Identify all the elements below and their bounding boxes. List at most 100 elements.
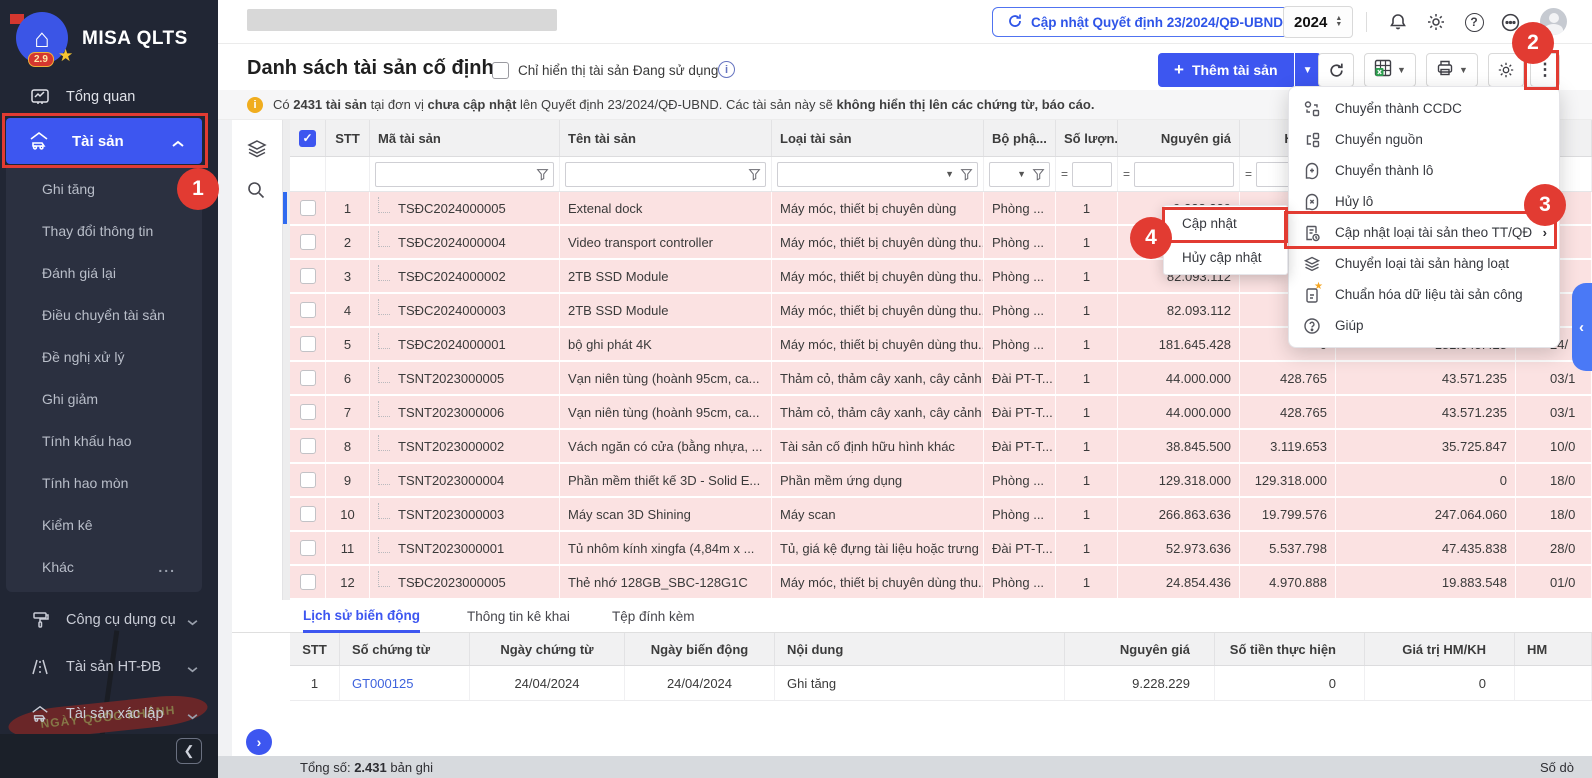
cell-stt: 3 <box>326 260 370 292</box>
sidebar-subitem[interactable]: Đề nghị xử lý <box>6 336 202 378</box>
add-asset-dropdown[interactable]: ▼ <box>1295 53 1321 87</box>
tab-tep-dinh-kem[interactable]: Tệp đính kèm <box>612 600 695 633</box>
table-row[interactable]: 11 TSNT2023000001 Tủ nhôm kính xingfa (4… <box>290 532 1592 564</box>
topbar-divider <box>1366 12 1367 32</box>
column-header[interactable]: Loại tài sản <box>772 120 984 156</box>
column-header[interactable]: Số lượn... <box>1056 120 1118 156</box>
column-header[interactable]: STT <box>326 120 370 156</box>
row-checkbox[interactable] <box>300 302 316 318</box>
funnel-icon[interactable] <box>748 168 761 181</box>
sidebar-item-tai-san-xac-lap[interactable]: Tài sản xác lập <box>0 694 218 734</box>
expand-panel-button[interactable]: › <box>246 729 272 755</box>
row-checkbox[interactable] <box>300 472 316 488</box>
side-panel-handle[interactable]: ‹ <box>1572 283 1592 371</box>
spinner-arrows-icon[interactable]: ▲▼ <box>1335 16 1342 28</box>
row-checkbox[interactable] <box>300 574 316 590</box>
funnel-icon[interactable] <box>960 168 973 181</box>
history-row[interactable]: 1 GT000125 24/04/2024 24/04/2024 Ghi tăn… <box>290 666 1592 701</box>
sidebar-item-tai-san[interactable]: Tài sản <box>6 118 202 164</box>
sidebar-collapse-button[interactable]: ❮ <box>176 738 202 764</box>
row-checkbox[interactable] <box>300 370 316 386</box>
sidebar-item-label: Tổng quan <box>66 89 135 105</box>
sidebar-subitem[interactable]: Ghi giảm <box>6 378 202 420</box>
row-checkbox[interactable] <box>300 540 316 556</box>
row-checkbox[interactable] <box>300 336 316 352</box>
menu-item-huy-lo[interactable]: Hủy lô <box>1289 186 1559 217</box>
column-header[interactable]: Mã tài sản <box>370 120 560 156</box>
row-checkbox[interactable] <box>300 506 316 522</box>
search-icon[interactable] <box>246 180 266 205</box>
table-row[interactable]: 12 TSĐC2023000005 Thẻ nhớ 128GB_SBC-128G… <box>290 566 1592 598</box>
column-header[interactable]: Nguyên giá <box>1118 120 1240 156</box>
table-row[interactable]: 7 TSNT2023000006 Vạn niên tùng (hoành 95… <box>290 396 1592 428</box>
sidebar-subitem[interactable]: Tính khấu hao <box>6 420 202 462</box>
column-header: Số chứng từ <box>340 633 470 665</box>
select-all-checkbox[interactable]: ✓ <box>299 130 316 147</box>
cell-dept: Đài PT-T... <box>984 532 1056 564</box>
submenu-item-cap-nhat[interactable]: Cập nhật <box>1164 206 1287 240</box>
sidebar-subitem[interactable]: Khác... <box>6 546 202 588</box>
menu-item-chuyen-thanh-lo[interactable]: Chuyển thành lô <box>1289 155 1559 186</box>
menu-item-chuyen-nguon[interactable]: Chuyển nguồn <box>1289 124 1559 155</box>
cell-cost: 129.318.000 <box>1118 464 1240 496</box>
row-checkbox[interactable] <box>300 234 316 250</box>
sidebar-subitem[interactable]: Thay đổi thông tin <box>6 210 202 252</box>
app-window: ⌂ 2.9 ★ MISA QLTS Tổng quan Tài sản <box>0 0 1592 778</box>
help-icon[interactable]: ? <box>1462 10 1486 34</box>
filter-input-cost[interactable] <box>1134 162 1234 187</box>
more-dots-icon[interactable]: ... <box>158 559 176 575</box>
menu-item-chuan-hoa-du-lieu[interactable]: ★ Chuẩn hóa dữ liệu tài sản công <box>1289 279 1559 310</box>
table-row[interactable]: 10 TSNT2023000003 Máy scan 3D Shining Má… <box>290 498 1592 530</box>
table-row[interactable]: 9 TSNT2023000004 Phần mềm thiết kế 3D - … <box>290 464 1592 496</box>
cell-cost: 181.645.428 <box>1118 328 1240 360</box>
cell-hm: 4.970.888 <box>1240 566 1336 598</box>
only-in-use-checkbox[interactable] <box>492 62 509 79</box>
tab-thong-tin-ke-khai[interactable]: Thông tin kê khai <box>467 600 570 633</box>
menu-item-chuyen-loai-hang-loat[interactable]: Chuyển loại tài sản hàng loạt <box>1289 248 1559 279</box>
row-checkbox[interactable] <box>300 404 316 420</box>
print-button[interactable]: ▼ <box>1426 53 1478 87</box>
sidebar-item-tai-san-ht-db[interactable]: Tài sản HT-ĐB <box>0 647 218 687</box>
submenu-item-huy-cap-nhat[interactable]: Hủy cập nhật <box>1164 240 1287 274</box>
table-row[interactable]: 6 TSNT2023000005 Vạn niên tùng (hoành 95… <box>290 362 1592 394</box>
sidebar-subitem[interactable]: Tính hao mòn <box>6 462 202 504</box>
menu-item-giup[interactable]: Giúp <box>1289 310 1559 341</box>
column-header[interactable]: Tên tài sản <box>560 120 772 156</box>
add-asset-button[interactable]: +Thêm tài sản ▼ <box>1158 53 1321 87</box>
export-excel-button[interactable]: ▼ <box>1364 53 1416 87</box>
row-checkbox[interactable] <box>300 438 316 454</box>
menu-item-chuyen-thanh-ccdc[interactable]: Chuyển thành CCDC <box>1289 93 1559 124</box>
tab-lich-su-bien-dong[interactable]: Lịch sử biến động <box>303 600 420 633</box>
menu-item-cap-nhat-loai-tai-san[interactable]: Cập nhật loại tài sản theo TT/QĐ › <box>1289 217 1559 248</box>
filter-input-code[interactable] <box>375 162 554 187</box>
cell-cost: 52.973.636 <box>1118 532 1240 564</box>
year-selector[interactable]: 2024 ▲▼ <box>1283 6 1353 38</box>
settings-gear-icon[interactable] <box>1424 10 1448 34</box>
sidebar-subitem[interactable]: Đánh giá lại <box>6 252 202 294</box>
submenu-arrow-icon: › <box>1543 225 1547 240</box>
row-checkbox[interactable] <box>300 200 316 216</box>
document-link[interactable]: GT000125 <box>352 676 413 691</box>
cell-type: Máy scan <box>772 498 984 530</box>
sidebar-subitem[interactable]: Kiểm kê <box>6 504 202 546</box>
column-header[interactable]: Bộ phậ... <box>984 120 1056 156</box>
filter-input-name[interactable] <box>565 162 766 187</box>
sidebar-subitem[interactable]: Điều chuyển tài sản <box>6 294 202 336</box>
funnel-icon[interactable] <box>1032 168 1045 181</box>
cell-dept: Phòng ... <box>984 464 1056 496</box>
table-row[interactable]: 8 TSNT2023000002 Vách ngăn có cửa (bằng … <box>290 430 1592 462</box>
refresh-button[interactable] <box>1318 53 1354 87</box>
filter-select-type[interactable]: ▼ <box>777 162 978 187</box>
sidebar-item-cong-cu-dung-cu[interactable]: Công cụ dụng cụ <box>0 600 218 640</box>
update-decision-button[interactable]: Cập nhật Quyết định 23/2024/QĐ-UBND <box>992 7 1298 37</box>
notification-bell-icon[interactable] <box>1386 10 1410 34</box>
filter-input-qty[interactable] <box>1072 162 1112 187</box>
funnel-icon[interactable] <box>536 168 549 181</box>
row-checkbox[interactable] <box>300 268 316 284</box>
cell-stt: 5 <box>326 328 370 360</box>
sidebar-subitem[interactable]: Ghi tăng <box>6 168 202 210</box>
warning-text: Có 2431 tài sản tại đơn vị chưa cập nhật… <box>273 97 1094 112</box>
layers-icon[interactable] <box>246 138 268 165</box>
sidebar-item-tong-quan[interactable]: Tổng quan <box>0 78 218 116</box>
filter-select-dept[interactable]: ▼ <box>989 162 1050 187</box>
